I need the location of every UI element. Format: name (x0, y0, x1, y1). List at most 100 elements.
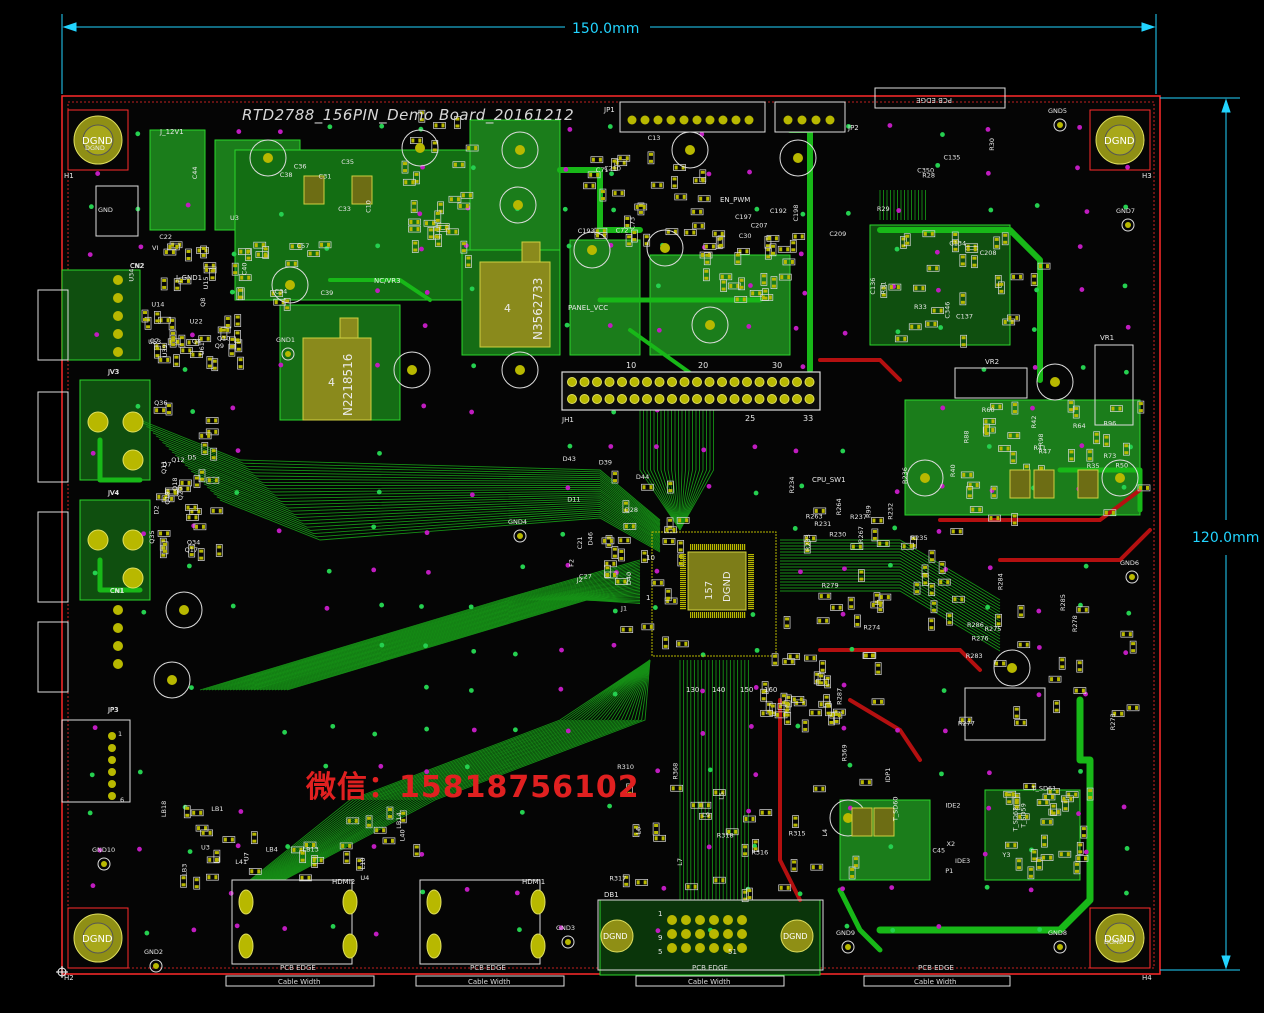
component-ref: D2 (152, 505, 160, 514)
ic-pin (748, 574, 754, 576)
ic-pin (748, 558, 754, 560)
header-pin (754, 394, 765, 404)
smd-pad (202, 443, 207, 447)
smd-pad (414, 172, 419, 176)
ic-pin (720, 612, 722, 618)
smd-pad (652, 183, 656, 188)
smd-pad (770, 704, 775, 708)
connector-pin (113, 275, 123, 285)
smd-pad (671, 786, 675, 791)
smd-pad (831, 605, 835, 610)
gnd-label: GND4 (508, 518, 527, 526)
via (1125, 324, 1131, 330)
smd-pad (814, 786, 818, 791)
smd-pad (973, 247, 977, 252)
component-ref: Q17 (185, 546, 198, 554)
smd-pad (818, 618, 822, 623)
smd-pad (1081, 834, 1086, 838)
smd-pad (612, 561, 616, 566)
smd-pad (208, 830, 212, 835)
smd-pad (194, 524, 198, 529)
smd-pad (214, 875, 218, 880)
smd-pad (1014, 714, 1019, 718)
smd-pad (1060, 658, 1065, 662)
smd-pad (598, 157, 602, 162)
smd-pad (414, 845, 419, 849)
ic-pin (742, 544, 744, 550)
smd-pad (205, 267, 209, 272)
smd-pad (1069, 457, 1074, 461)
component-ref: U39 (161, 344, 169, 357)
capacitor-pad (793, 153, 803, 163)
smd-pad (292, 847, 296, 852)
smd-pad (387, 815, 392, 819)
component-ref: J1 (620, 604, 627, 612)
smd-pad (693, 884, 697, 889)
smd-pad (233, 271, 238, 275)
jp3-pin (108, 792, 116, 800)
smd-pad (923, 565, 928, 569)
smd-pad (230, 337, 235, 341)
via (421, 403, 427, 409)
capacitor-pad (515, 365, 525, 375)
ic-regulator-2-ref: N3562733 (531, 278, 545, 340)
smd-pad (632, 231, 637, 235)
via (238, 809, 244, 814)
smd-pad (826, 711, 831, 715)
jack-pad (87, 411, 109, 433)
smd-pad (1121, 632, 1125, 637)
component-ref: D46 (586, 532, 594, 545)
header-pin (654, 377, 665, 387)
smd-pad (155, 347, 160, 351)
smd-pad (785, 720, 790, 724)
via (464, 887, 470, 892)
header-pin (742, 377, 752, 387)
via (888, 562, 893, 568)
via (330, 923, 336, 929)
header-pin (592, 377, 602, 387)
smd-pad (584, 183, 588, 188)
smd-pad (1104, 442, 1109, 446)
via (792, 526, 798, 531)
cable-width-label: Cable Width (688, 978, 730, 986)
ic-pin (748, 606, 754, 608)
via (655, 928, 661, 934)
smd-pad (692, 230, 696, 235)
smd-pad (1003, 233, 1008, 237)
jp3-pin (108, 768, 116, 776)
smd-pad (720, 274, 724, 279)
smd-pad (878, 608, 883, 612)
smd-pad (672, 527, 676, 532)
ic-pin (724, 544, 726, 550)
gnd-test-pad (565, 939, 571, 945)
smd-pad (412, 208, 417, 212)
smd-pad (1011, 459, 1016, 463)
smd-pad (187, 515, 191, 520)
smd-pad (1028, 874, 1033, 878)
header-pin (704, 377, 715, 387)
misc-label: JV4 (107, 489, 119, 497)
smd-pad (914, 286, 918, 291)
header-pin (767, 377, 777, 387)
smd-pad (628, 627, 632, 632)
smd-pad (290, 244, 294, 249)
smd-pad (939, 580, 943, 585)
via (849, 646, 855, 652)
smd-pad (654, 836, 658, 841)
ic-pin (680, 608, 686, 610)
smd-pad (864, 653, 868, 658)
smd-pad (624, 882, 629, 886)
via (138, 244, 144, 250)
smd-pad (734, 829, 738, 834)
component-ref: C207 (751, 222, 768, 230)
ic-pin (702, 612, 704, 618)
smd-pad (805, 656, 809, 661)
smd-pad (207, 357, 212, 361)
smd-pad (638, 203, 643, 207)
smd-pad (619, 556, 624, 560)
smd-pad (1087, 457, 1092, 461)
component-ref: R369 (840, 744, 848, 761)
via (230, 603, 236, 609)
smd-pad (214, 429, 218, 434)
header-pin (792, 377, 802, 387)
